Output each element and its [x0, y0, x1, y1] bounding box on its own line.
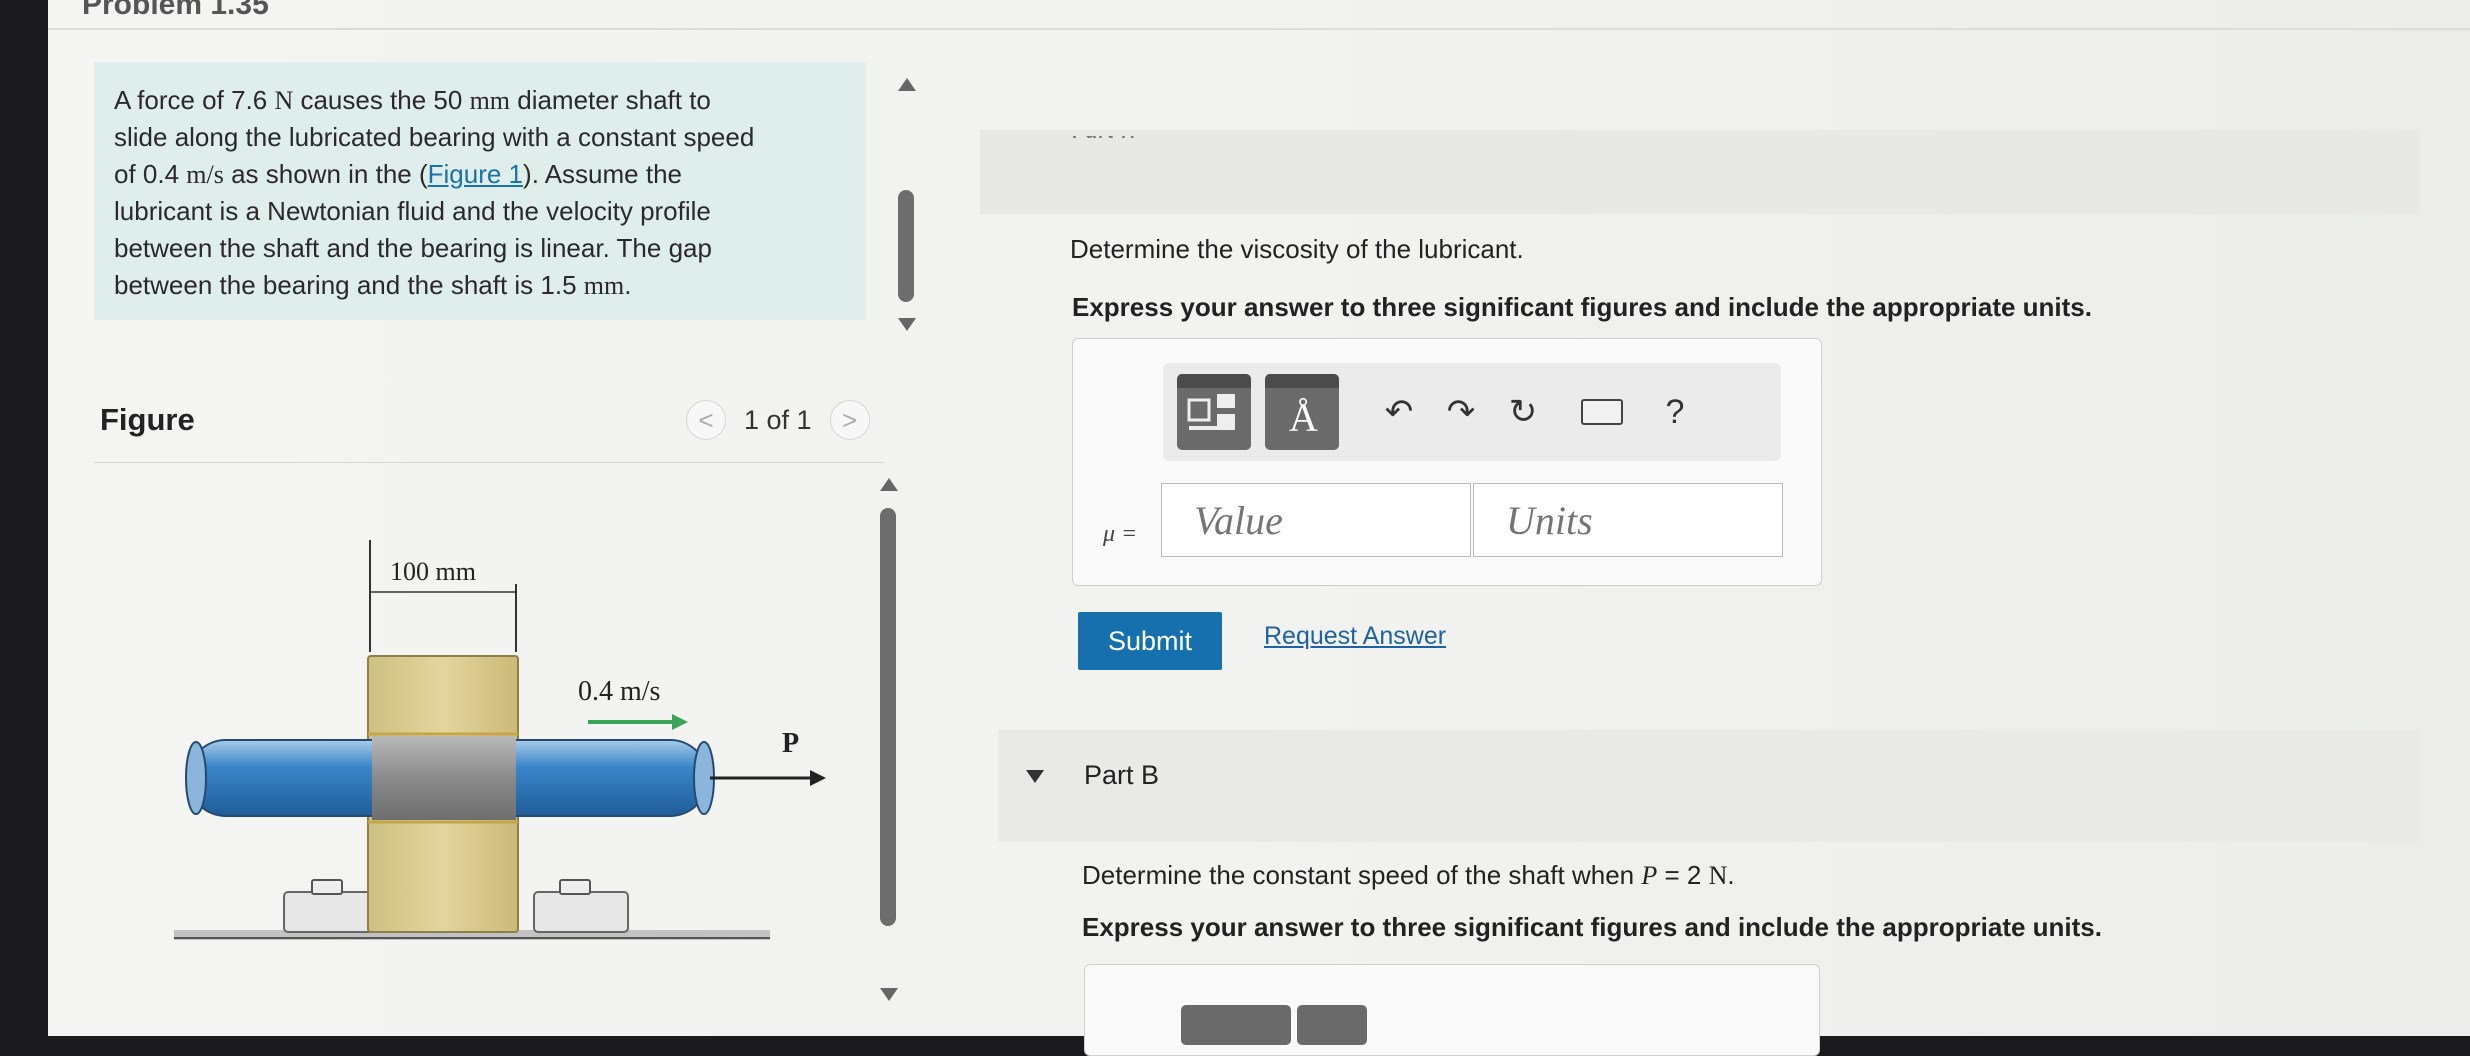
- unit: mm: [469, 86, 511, 115]
- text: diameter shaft to: [510, 85, 711, 115]
- figure-1-diagram: 100 mm 0.4 m/s P: [174, 540, 826, 940]
- title-divider: [48, 28, 2470, 30]
- force-label: P: [782, 728, 799, 759]
- pedestal-right: [533, 891, 629, 933]
- part-b-units-button[interactable]: [1297, 1005, 1367, 1045]
- dimension-label: 100 mm: [390, 557, 476, 586]
- figure-page-count: 1 of 1: [744, 404, 812, 435]
- unit: m/s: [186, 160, 224, 189]
- part-b-question: Determine the constant speed of the shaf…: [1082, 860, 1735, 891]
- variable: P: [1641, 861, 1658, 890]
- text: between the shaft and the bearing is lin…: [114, 233, 712, 263]
- units-icon: Å: [1289, 395, 1318, 440]
- figure-scroll-up-arrow[interactable]: [880, 478, 898, 491]
- text: Determine the constant speed of the shaf…: [1082, 860, 1642, 890]
- part-a-header[interactable]: [980, 130, 2420, 214]
- text: ). Assume the: [523, 159, 682, 189]
- keyboard-icon[interactable]: [1581, 399, 1623, 425]
- unit: N: [1708, 861, 1728, 890]
- part-a-instruction: Express your answer to three significant…: [1072, 292, 2092, 322]
- value-input[interactable]: [1161, 483, 1471, 557]
- part-b-collapse-icon[interactable]: [1026, 770, 1044, 783]
- figure-divider: [94, 462, 884, 463]
- part-a-answer-box: Å ↶ ↷ ↻ ? μ =: [1072, 338, 1822, 586]
- units-input[interactable]: [1473, 483, 1783, 557]
- request-answer-link[interactable]: Request Answer: [1264, 622, 1446, 651]
- figure-scrollbar-thumb[interactable]: [880, 508, 896, 926]
- text: of 0.4: [114, 159, 187, 189]
- unit: N: [274, 86, 294, 115]
- text: causes the 50: [293, 85, 470, 115]
- help-icon[interactable]: ?: [1655, 393, 1695, 432]
- part-b-templates-button[interactable]: [1181, 1005, 1291, 1045]
- page-title: Problem 1.35: [82, 0, 269, 21]
- text: = 2: [1657, 860, 1709, 890]
- figure-header: Figure: [100, 402, 195, 437]
- text: as shown in the (: [223, 159, 428, 189]
- speed-label: 0.4 m/s: [578, 676, 660, 707]
- text: between the bearing and the shaft is 1.5: [114, 270, 584, 300]
- unit: mm: [583, 271, 625, 300]
- undo-icon[interactable]: ↶: [1379, 392, 1419, 432]
- next-figure-button[interactable]: >: [829, 400, 870, 440]
- units-button[interactable]: Å: [1265, 374, 1339, 450]
- submit-button[interactable]: Submit: [1078, 612, 1222, 670]
- text: .: [1727, 860, 1735, 890]
- figure-scroll-down-arrow[interactable]: [880, 988, 898, 1001]
- mu-label: μ =: [1103, 521, 1138, 547]
- problem-scrollbar-thumb[interactable]: [898, 190, 914, 302]
- problem-text: A force of 7.6 N causes the 50 mm diamet…: [114, 82, 834, 304]
- part-a-question: Determine the viscosity of the lubricant…: [1070, 234, 1524, 264]
- text: slide along the lubricated bearing with …: [114, 122, 755, 152]
- text: lubricant is a Newtonian fluid and the v…: [114, 196, 711, 226]
- figure-link[interactable]: Figure 1: [428, 159, 523, 189]
- part-b-answer-box: [1084, 964, 1820, 1056]
- problem-statement: A force of 7.6 N causes the 50 mm diamet…: [94, 62, 866, 320]
- scroll-down-arrow[interactable]: [898, 318, 916, 331]
- figure-pager: < 1 of 1 >: [686, 400, 870, 440]
- part-b-header[interactable]: [998, 730, 2420, 842]
- scroll-up-arrow[interactable]: [898, 78, 916, 91]
- lubricant-gap: [372, 736, 516, 820]
- templates-button[interactable]: [1177, 374, 1251, 450]
- equation-toolbar: Å ↶ ↷ ↻ ?: [1163, 363, 1781, 461]
- part-b-instruction: Express your answer to three significant…: [1082, 912, 2102, 942]
- part-b-label: Part B: [1084, 760, 1160, 790]
- reset-icon[interactable]: ↻: [1503, 392, 1543, 432]
- text: .: [624, 270, 632, 300]
- redo-icon[interactable]: ↷: [1441, 392, 1481, 432]
- prev-figure-button[interactable]: <: [686, 400, 726, 440]
- templates-icon: [1187, 394, 1235, 430]
- text: A force of 7.6: [114, 85, 275, 115]
